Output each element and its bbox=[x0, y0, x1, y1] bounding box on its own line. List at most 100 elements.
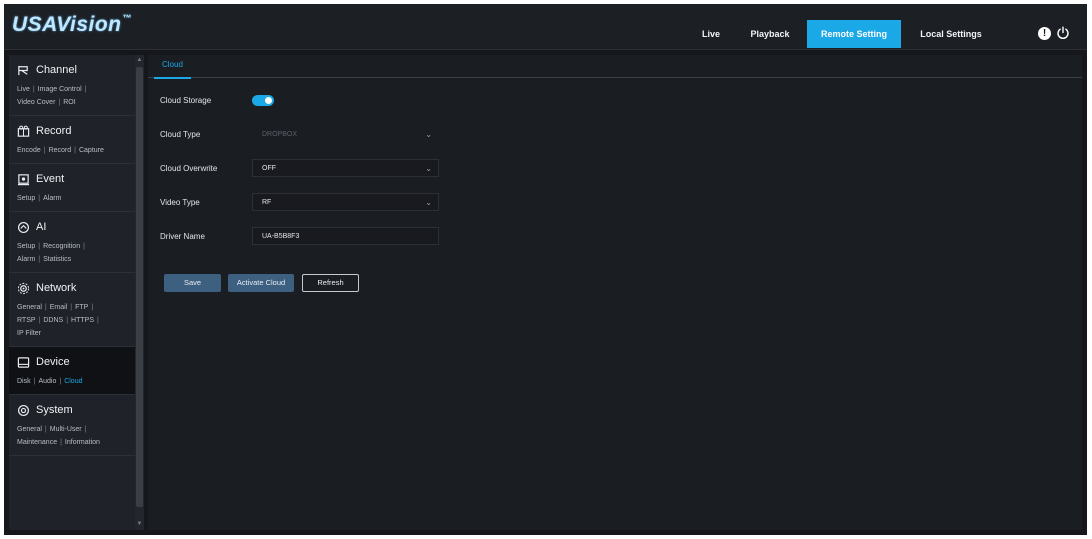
scroll-down-arrow-icon[interactable]: ▼ bbox=[135, 520, 144, 529]
cloud-type-select: DROPBOX ⌄ bbox=[252, 125, 439, 143]
link-maintenance[interactable]: Maintenance bbox=[17, 439, 57, 446]
power-icon[interactable] bbox=[1056, 26, 1070, 40]
main-nav: Live Playback Remote Setting Local Setti… bbox=[4, 20, 1087, 48]
sidebar-title-record: Record bbox=[36, 125, 72, 137]
link-email[interactable]: Email bbox=[50, 304, 68, 311]
cloud-type-value: DROPBOX bbox=[262, 131, 298, 138]
sidebar-scrollbar[interactable]: ▲ ▼ bbox=[135, 55, 144, 530]
tab-bar: Cloud bbox=[148, 55, 1082, 79]
link-cloud[interactable]: Cloud bbox=[64, 378, 82, 385]
sidebar-item-record[interactable]: Record bbox=[17, 120, 129, 142]
cloud-settings-panel: Cloud Cloud Storage Cloud Type DROPBOX ⌄… bbox=[148, 55, 1082, 530]
app-window: USAVision™ Live Playback Remote Setting … bbox=[4, 4, 1087, 535]
toggle-knob bbox=[265, 96, 272, 104]
link-capture[interactable]: Capture bbox=[79, 147, 104, 154]
sidebar-links-network: General | Email | FTP | RTSP | DDNS | HTTPS | IP F… bbox=[17, 304, 99, 337]
record-icon bbox=[17, 125, 30, 137]
sidebar-title-ai: AI bbox=[36, 221, 47, 233]
video-type-label: Video Type bbox=[160, 197, 200, 207]
event-icon bbox=[17, 173, 30, 185]
tab-cloud[interactable]: Cloud bbox=[154, 55, 191, 79]
sidebar-links-device: Disk | Audio | Cloud bbox=[17, 378, 83, 385]
sidebar-section-record: Record Encode | Record | Capture bbox=[9, 116, 135, 164]
sidebar-links-record: Encode | Record | Capture bbox=[17, 147, 104, 154]
sidebar-scroll-thumb[interactable] bbox=[136, 67, 143, 507]
link-ftp[interactable]: FTP bbox=[75, 304, 88, 311]
link-ddns[interactable]: DDNS bbox=[43, 317, 63, 324]
sidebar-title-network: Network bbox=[36, 282, 77, 294]
link-information[interactable]: Information bbox=[65, 439, 100, 446]
sidebar-links-event: Setup | Alarm bbox=[17, 195, 62, 202]
chevron-down-icon: ⌄ bbox=[425, 198, 432, 207]
cloud-storage-toggle[interactable] bbox=[252, 94, 274, 106]
channel-icon bbox=[18, 65, 28, 75]
link-roi[interactable]: ROI bbox=[63, 99, 75, 106]
video-type-select[interactable]: RF ⌄ bbox=[252, 193, 439, 211]
nav-remote-setting[interactable]: Remote Setting bbox=[807, 20, 901, 48]
row-cloud-storage: Cloud Storage bbox=[160, 91, 274, 109]
info-icon[interactable]: ! bbox=[1038, 27, 1051, 40]
sidebar-section-ai: AI Setup | Recognition | Alarm | Statistics bbox=[9, 212, 135, 273]
link-encode[interactable]: Encode bbox=[17, 147, 41, 154]
scroll-up-arrow-icon[interactable]: ▲ bbox=[135, 56, 144, 65]
link-video-cover[interactable]: Video Cover bbox=[17, 99, 55, 106]
refresh-button[interactable]: Refresh bbox=[302, 274, 359, 292]
nav-playback[interactable]: Playback bbox=[742, 20, 798, 48]
activate-cloud-button[interactable]: Activate Cloud bbox=[228, 274, 294, 292]
link-record[interactable]: Record bbox=[49, 147, 72, 154]
drive-name-label: Driver Name bbox=[160, 231, 205, 241]
sidebar-section-channel: Channel Live | Image Control | Video Cover |… bbox=[9, 55, 135, 116]
row-video-type: Video Type RF ⌄ bbox=[160, 193, 439, 211]
sidebar-item-network[interactable]: Network bbox=[17, 277, 129, 299]
link-ai-alarm[interactable]: Alarm bbox=[17, 256, 35, 263]
row-cloud-type: Cloud Type DROPBOX ⌄ bbox=[160, 125, 439, 143]
cloud-type-label: Cloud Type bbox=[160, 129, 201, 139]
network-icon bbox=[17, 282, 30, 294]
sidebar-item-channel[interactable]: Channel bbox=[17, 59, 129, 81]
device-icon bbox=[17, 356, 30, 368]
sidebar-section-network: Network General | Email | FTP | RTSP | DDNS | HTT… bbox=[9, 273, 135, 347]
link-event-setup[interactable]: Setup bbox=[17, 195, 35, 202]
link-audio[interactable]: Audio bbox=[38, 378, 56, 385]
drive-name-value: UA-B5B8F3 bbox=[262, 233, 300, 240]
sidebar-title-event: Event bbox=[36, 173, 65, 185]
top-bar: USAVision™ Live Playback Remote Setting … bbox=[4, 4, 1087, 50]
link-statistics[interactable]: Statistics bbox=[43, 256, 71, 263]
cloud-storage-label: Cloud Storage bbox=[160, 95, 212, 105]
chevron-down-icon: ⌄ bbox=[425, 164, 432, 173]
sidebar-item-system[interactable]: System bbox=[17, 399, 129, 421]
link-ai-setup[interactable]: Setup bbox=[17, 243, 35, 250]
sidebar-item-event[interactable]: Event bbox=[17, 168, 129, 190]
save-button[interactable]: Save bbox=[164, 274, 221, 292]
link-live[interactable]: Live bbox=[17, 86, 30, 93]
link-multi-user[interactable]: Multi-User bbox=[50, 426, 82, 433]
sidebar-section-system: System General | Multi-User | Maintenance | I… bbox=[9, 395, 135, 456]
sidebar-item-ai[interactable]: AI bbox=[17, 216, 129, 238]
sidebar-links-ai: Setup | Recognition | Alarm | Statistics bbox=[17, 243, 85, 263]
link-net-general[interactable]: General bbox=[17, 304, 42, 311]
drive-name-input[interactable]: UA-B5B8F3 bbox=[252, 227, 439, 245]
link-recognition[interactable]: Recognition bbox=[43, 243, 80, 250]
link-rtsp[interactable]: RTSP bbox=[17, 317, 36, 324]
ai-icon bbox=[17, 221, 30, 233]
settings-sidebar: Channel Live | Image Control | Video Cover |… bbox=[9, 55, 135, 530]
link-https[interactable]: HTTPS bbox=[71, 317, 94, 324]
sidebar-section-device: Device Disk | Audio | Cloud bbox=[9, 347, 135, 395]
nav-live[interactable]: Live bbox=[693, 20, 729, 48]
link-sys-general[interactable]: General bbox=[17, 426, 42, 433]
nav-local-settings[interactable]: Local Settings bbox=[910, 20, 992, 48]
video-type-value: RF bbox=[262, 199, 272, 206]
sidebar-title-channel: Channel bbox=[36, 64, 77, 76]
link-ip-filter[interactable]: IP Filter bbox=[17, 330, 41, 337]
link-image-control[interactable]: Image Control bbox=[38, 86, 82, 93]
sidebar-links-channel: Live | Image Control | Video Cover | ROI bbox=[17, 86, 87, 106]
cloud-overwrite-select[interactable]: OFF ⌄ bbox=[252, 159, 439, 177]
sidebar-title-device: Device bbox=[36, 356, 70, 368]
chevron-down-icon: ⌄ bbox=[425, 130, 432, 139]
row-cloud-overwrite: Cloud Overwrite OFF ⌄ bbox=[160, 159, 439, 177]
cloud-overwrite-value: OFF bbox=[262, 165, 276, 172]
row-drive-name: Driver Name UA-B5B8F3 bbox=[160, 227, 439, 245]
link-disk[interactable]: Disk bbox=[17, 378, 31, 385]
link-event-alarm[interactable]: Alarm bbox=[43, 195, 61, 202]
sidebar-item-device[interactable]: Device bbox=[17, 351, 129, 373]
